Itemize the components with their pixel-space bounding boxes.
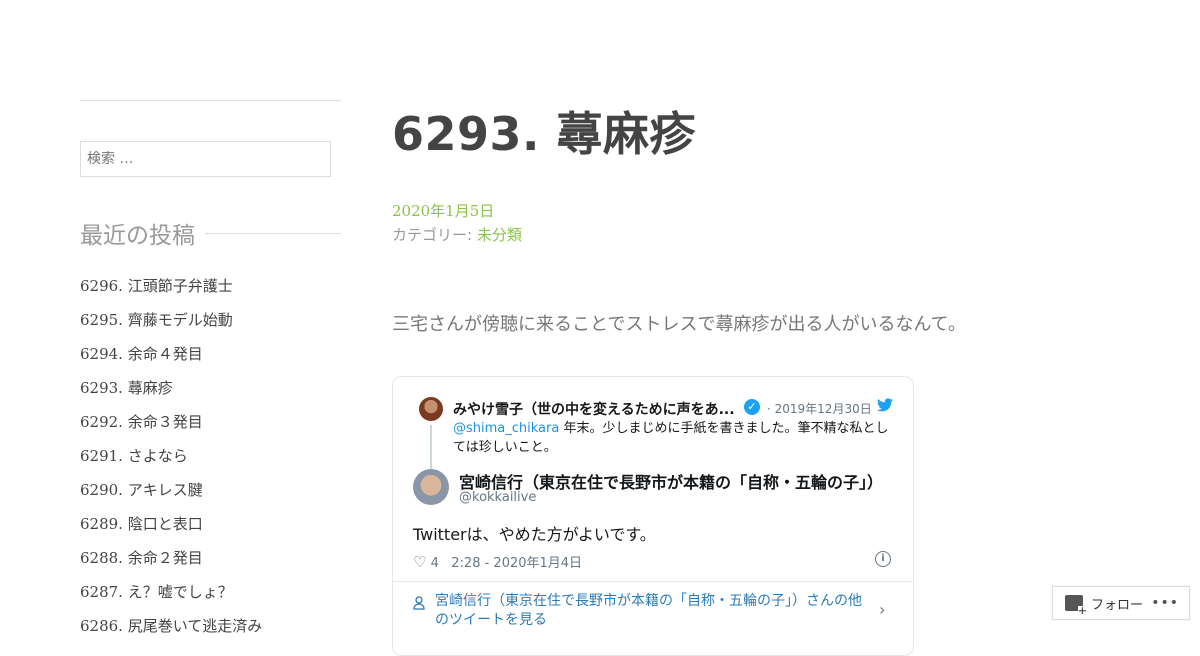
- follow-button[interactable]: フォロー •••: [1052, 586, 1190, 620]
- person-svg: [413, 596, 425, 610]
- thread-line: [430, 425, 432, 469]
- post-lead-text: 三宅さんが傍聴に来ることでストレスで蕁麻疹が出る人がいるなんて。: [392, 314, 967, 335]
- recent-post-link[interactable]: 6288. 余命２発目: [80, 547, 262, 581]
- tweet-timestamp[interactable]: 2:28 - 2020年1月4日: [451, 556, 582, 571]
- tweet-meta: ♡ 4 2:28 - 2020年1月4日: [413, 552, 582, 571]
- verified-badge-icon: ✓: [744, 399, 760, 415]
- category-label: カテゴリー:: [392, 226, 473, 244]
- recent-posts-title: 最近の投稿: [80, 223, 195, 249]
- recent-post-link[interactable]: 6291. さよなら: [80, 445, 262, 479]
- recent-post-link[interactable]: 6293. 蕁麻疹: [80, 377, 262, 411]
- twitter-bird-svg: [877, 398, 893, 412]
- mention-link[interactable]: @shima_chikara: [453, 421, 559, 436]
- recent-posts-heading: 最近の投稿: [80, 218, 341, 249]
- chevron-right-icon: ›: [879, 600, 886, 619]
- person-icon: [413, 596, 425, 616]
- sidebar-divider: [80, 100, 341, 101]
- recent-post-link[interactable]: 6287. え？嘘でしょ？: [80, 581, 262, 615]
- post-category: カテゴリー: 未分類: [392, 224, 522, 245]
- like-count[interactable]: 4: [431, 556, 439, 571]
- info-icon[interactable]: i: [875, 551, 891, 567]
- recent-posts-list: 6296. 江頭節子弁護士 6295. 齊藤モデル始動 6294. 余命４発目 …: [80, 275, 262, 649]
- embedded-tweet[interactable]: みやけ雪子（世の中を変えるために声をあ... ✓ · 2019年12月30日 @…: [392, 376, 914, 656]
- reader-follow-icon: [1065, 595, 1087, 616]
- recent-post-link[interactable]: 6295. 齊藤モデル始動: [80, 309, 262, 343]
- follow-label: フォロー: [1091, 597, 1144, 613]
- heart-icon[interactable]: ♡: [413, 553, 426, 571]
- parent-tweet-text: @shima_chikara 年末。少しまじめに手紙を書きました。筆不精な私とし…: [453, 419, 893, 457]
- author-avatar[interactable]: [413, 469, 449, 505]
- more-tweets-text[interactable]: 宮崎信行（東京在住で長野市が本籍の「自称・五輪の子」）さんの他のツイートを見る: [435, 592, 875, 630]
- search-input[interactable]: 検索 …: [80, 141, 331, 177]
- recent-post-link[interactable]: 6292. 余命３発目: [80, 411, 262, 445]
- heading-rule: [205, 232, 341, 234]
- tweet-footer-divider: [393, 581, 913, 582]
- parent-author-name[interactable]: みやけ雪子（世の中を変えるために声をあ...: [453, 399, 735, 419]
- author-handle[interactable]: @kokkailive: [459, 490, 536, 505]
- more-options-icon[interactable]: •••: [1151, 595, 1179, 611]
- twitter-bird-icon[interactable]: [877, 398, 893, 416]
- tweet-text: Twitterは、やめた方がよいです。: [413, 525, 656, 544]
- parent-tweet-date[interactable]: · 2019年12月30日: [767, 400, 872, 417]
- recent-post-link[interactable]: 6286. 尻尾巻いて逃走済み: [80, 615, 262, 649]
- post-title: 6293. 蕁麻疹: [392, 107, 697, 161]
- recent-post-link[interactable]: 6294. 余命４発目: [80, 343, 262, 377]
- sidebar: 検索 … 最近の投稿 6296. 江頭節子弁護士 6295. 齊藤モデル始動 6…: [80, 100, 341, 635]
- parent-avatar[interactable]: [419, 397, 443, 421]
- recent-post-link[interactable]: 6290. アキレス腱: [80, 479, 262, 513]
- post-date[interactable]: 2020年1月5日: [392, 200, 494, 221]
- recent-post-link[interactable]: 6296. 江頭節子弁護士: [80, 275, 262, 309]
- recent-post-link[interactable]: 6289. 陰口と表口: [80, 513, 262, 547]
- category-link[interactable]: 未分類: [477, 226, 522, 244]
